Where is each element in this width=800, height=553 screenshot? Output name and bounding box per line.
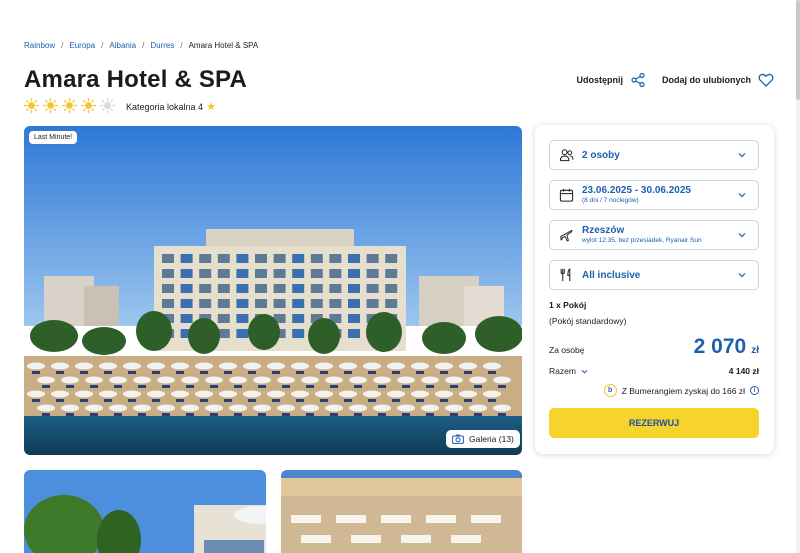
sun-empty-icon — [100, 98, 115, 113]
hotel-title: Amara Hotel & SPA — [24, 66, 248, 93]
pool-photo-illustration — [24, 470, 266, 553]
room-title: 1 x Pokój — [549, 300, 587, 310]
plane-icon — [560, 229, 573, 242]
chevron-down-icon — [581, 369, 588, 373]
breadcrumb-separator: / — [142, 41, 145, 50]
booking-panel: 2 osoby 23.06.2025 - 30.06.2025 (8 dni /… — [535, 125, 774, 454]
star-icon: ★ — [206, 101, 216, 113]
calendar-icon — [559, 188, 574, 202]
people-icon — [559, 149, 574, 162]
per-person-label: Za osobę — [549, 345, 585, 355]
local-category: Kategoria lokalna 4 ★ — [126, 100, 216, 113]
breadcrumb-link-rainbow[interactable]: Rainbow — [24, 41, 55, 50]
sun-icon — [24, 98, 39, 113]
hotel-thumbnail-pool[interactable] — [24, 470, 266, 553]
last-minute-badge: Last Minute! — [29, 131, 78, 144]
price-currency: zł — [751, 345, 759, 356]
local-category-label: Kategoria lokalna 4 — [126, 101, 204, 112]
dates-selector[interactable]: 23.06.2025 - 30.06.2025 (8 dni / 7 nocle… — [549, 180, 759, 210]
people-selector[interactable]: 2 osoby — [549, 140, 759, 170]
chevron-down-icon — [738, 193, 746, 198]
hotel-photo-illustration — [24, 126, 522, 455]
breadcrumb-current: Amara Hotel & SPA — [188, 41, 259, 50]
hotel-thumbnail-restaurant[interactable] — [281, 470, 522, 553]
header-actions: Udostępnij Dodaj do ulubionych — [577, 72, 775, 88]
breadcrumb-link-durres[interactable]: Durres — [150, 41, 174, 50]
heart-icon — [758, 73, 774, 87]
departure-details: wylot 12:35, bez przesiadek, Ryanair Sun — [582, 237, 702, 244]
departure-selector[interactable]: Rzeszów wylot 12:35, bez przesiadek, Rya… — [549, 220, 759, 250]
sun-rating — [24, 98, 115, 113]
board-value: All inclusive — [582, 270, 641, 281]
bumerang-info: b Z Bumerangiem zyskaj do 166 zł i — [603, 384, 759, 397]
gallery-label: Galeria (13) — [469, 434, 514, 444]
favorite-button[interactable]: Dodaj do ulubionych — [662, 72, 774, 88]
chevron-down-icon — [738, 233, 746, 238]
total-toggle[interactable]: Razem — [549, 366, 588, 376]
sun-icon — [81, 98, 96, 113]
restaurant-photo-illustration — [281, 470, 522, 553]
reserve-button[interactable]: REZERWUJ — [549, 408, 759, 438]
breadcrumb-separator: / — [101, 41, 104, 50]
cutlery-icon — [560, 268, 571, 282]
hotel-main-photo[interactable] — [24, 126, 522, 455]
dates-value: 23.06.2025 - 30.06.2025 — [582, 185, 691, 196]
chevron-down-icon — [738, 153, 746, 158]
room-type: (Pokój standardowy) — [549, 316, 627, 326]
breadcrumb-separator: / — [180, 41, 183, 50]
camera-icon — [452, 434, 464, 444]
sun-icon — [62, 98, 77, 113]
board-selector[interactable]: All inclusive — [549, 260, 759, 290]
dates-duration: (8 dni / 7 noclegów) — [582, 197, 639, 204]
price-amount: 2 070 — [693, 335, 747, 358]
bumerang-logo-icon: b — [603, 384, 617, 397]
gallery-button[interactable]: Galeria (13) — [446, 430, 520, 448]
people-value: 2 osoby — [582, 150, 620, 161]
breadcrumb-link-albania[interactable]: Albania — [109, 41, 136, 50]
breadcrumb: Rainbow / Europa / Albania / Durres / Am… — [24, 41, 258, 50]
departure-city: Rzeszów — [582, 225, 625, 236]
breadcrumb-link-europa[interactable]: Europa — [69, 41, 95, 50]
bumerang-text: Z Bumerangiem zyskaj do 166 zł — [621, 385, 745, 396]
scrollbar-thumb[interactable] — [796, 0, 800, 100]
info-icon[interactable]: i — [750, 386, 759, 395]
total-label: Razem — [549, 366, 576, 376]
chevron-down-icon — [738, 273, 746, 278]
total-value: 4 140 zł — [728, 366, 759, 376]
price-per-person: 2 070 zł — [694, 335, 759, 359]
favorite-label: Dodaj do ulubionych — [662, 75, 751, 85]
share-button[interactable]: Udostępnij — [577, 72, 647, 88]
share-icon — [631, 72, 645, 88]
share-label: Udostępnij — [576, 75, 624, 85]
breadcrumb-separator: / — [61, 41, 64, 50]
sun-icon — [43, 98, 58, 113]
